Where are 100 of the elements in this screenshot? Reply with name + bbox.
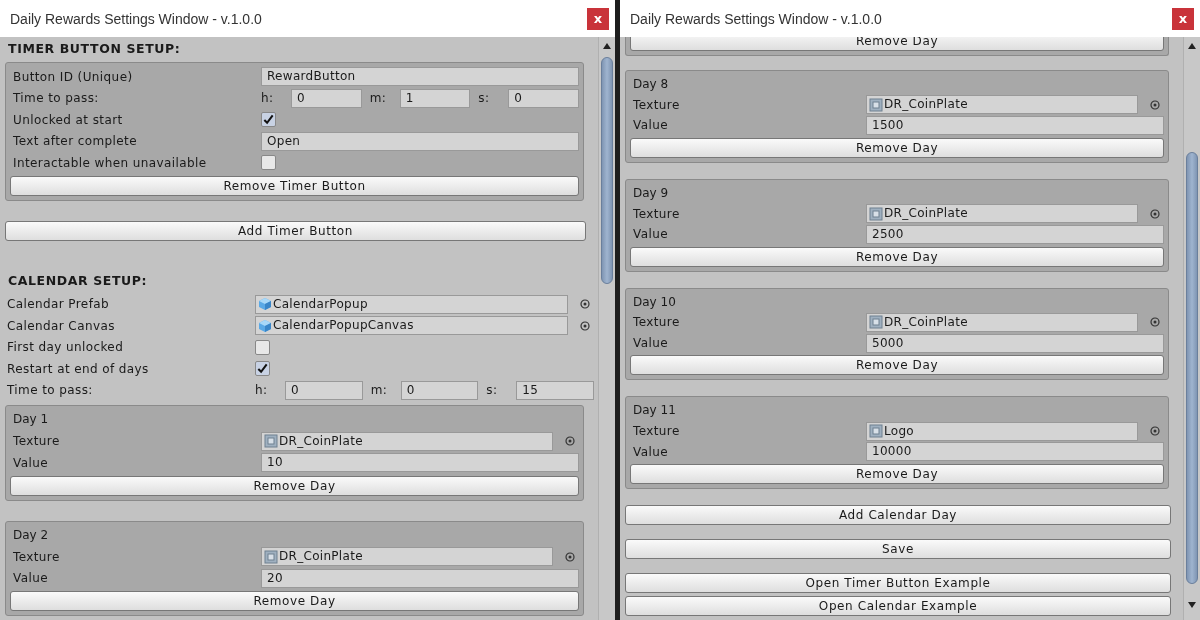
field-label: Texture [633, 315, 681, 330]
remove-button[interactable]: Remove Day [630, 37, 1164, 51]
close-button[interactable]: x [587, 7, 609, 30]
remove-button[interactable]: Remove Day [630, 246, 1164, 267]
remove-button[interactable]: Remove Day [10, 475, 579, 496]
field-label: Value [13, 571, 49, 586]
text-field[interactable]: 20 [261, 568, 579, 588]
field-label: Time to pass: [7, 383, 94, 398]
picker-icon[interactable] [580, 320, 590, 331]
unit-label: m: [370, 383, 388, 398]
group-title: Day 2 [12, 526, 50, 544]
image-icon [264, 549, 278, 564]
object-field[interactable]: CalendarPopupCanvas [255, 316, 568, 336]
picker-icon[interactable] [1150, 317, 1160, 328]
action-button[interactable]: Open Timer Button Example [625, 573, 1171, 594]
remove-button[interactable]: Remove Timer Button [10, 175, 579, 196]
remove-button[interactable]: Remove Day [630, 137, 1164, 158]
field-label: Button ID (Unique) [13, 69, 134, 84]
action-button[interactable]: Add Calendar Day [625, 505, 1171, 526]
field-label: Texture [13, 434, 61, 449]
text-field[interactable]: 10000 [866, 442, 1164, 462]
checkbox[interactable] [255, 361, 270, 377]
number-field[interactable]: 0 [291, 88, 362, 108]
cube-icon [258, 318, 272, 333]
image-icon [869, 97, 883, 112]
text-field[interactable]: 10 [261, 453, 579, 473]
field-label: First day unlocked [7, 340, 125, 355]
unit-label: h: [255, 383, 269, 398]
field-label: Value [13, 455, 49, 470]
cube-icon [258, 297, 272, 312]
picker-icon[interactable] [580, 299, 590, 310]
group-title: Day 1 [12, 411, 50, 428]
field-label: Texture [13, 549, 61, 564]
scrollbar[interactable] [1183, 37, 1200, 620]
action-button[interactable]: Add Timer Button [5, 220, 586, 241]
image-icon [264, 434, 278, 449]
picker-icon[interactable] [1150, 426, 1160, 437]
unit-label: s: [486, 383, 499, 398]
remove-button[interactable]: Remove Day [630, 464, 1164, 485]
group-title: Day 11 [632, 402, 677, 420]
field-label: Texture [633, 206, 681, 221]
image-icon [869, 315, 883, 330]
object-field[interactable]: CalendarPopup [255, 294, 568, 314]
section-heading: TIMER BUTTON SETUP: [7, 41, 182, 57]
close-button[interactable]: x [1172, 7, 1194, 30]
text-field[interactable]: 2500 [866, 224, 1164, 244]
object-field[interactable]: DR_CoinPlate [866, 204, 1138, 224]
field-label: Calendar Canvas [7, 318, 116, 333]
field-label: Text after complete [13, 134, 138, 149]
number-field[interactable]: 0 [508, 88, 579, 108]
remove-button[interactable]: Remove Day [630, 355, 1164, 376]
field-label: Value [633, 227, 669, 242]
field-label: Time to pass: [13, 91, 100, 106]
number-field[interactable]: 0 [400, 380, 479, 400]
field-label: Texture [633, 424, 681, 439]
group-title: Day 10 [632, 293, 677, 311]
down-arrow-icon[interactable] [1188, 602, 1196, 608]
text-field[interactable]: 5000 [866, 333, 1164, 353]
field-label: Value [633, 444, 669, 459]
checkbox[interactable] [261, 112, 276, 128]
scrollbar[interactable] [598, 37, 615, 620]
checkbox[interactable] [255, 339, 270, 355]
remove-button[interactable]: Remove Day [10, 591, 579, 611]
section-heading: CALENDAR SETUP: [7, 272, 149, 289]
field-label: Interactable when unavailable [13, 155, 208, 170]
object-field[interactable]: DR_CoinPlate [261, 431, 553, 451]
picker-icon[interactable] [565, 436, 575, 447]
object-field[interactable]: DR_CoinPlate [866, 95, 1138, 115]
window-title: Daily Rewards Settings Window - v.1.0.0 [630, 10, 882, 27]
field-label: Calendar Prefab [7, 297, 111, 312]
picker-icon[interactable] [1150, 208, 1160, 219]
object-field[interactable]: DR_CoinPlate [866, 312, 1138, 332]
number-field[interactable]: 15 [516, 380, 594, 400]
text-field[interactable]: RewardButton [261, 67, 579, 87]
scrollbar-thumb[interactable] [601, 57, 613, 284]
unit-label: h: [261, 91, 275, 106]
up-arrow-icon[interactable] [1188, 43, 1196, 49]
field-label: Texture [633, 97, 681, 112]
text-field[interactable]: 1500 [866, 116, 1164, 135]
text-field[interactable]: Open [261, 131, 579, 151]
number-field[interactable]: 1 [399, 88, 471, 108]
action-button[interactable]: Open Calendar Example [625, 596, 1171, 617]
action-button[interactable]: Save [625, 539, 1171, 560]
group-title: Day 8 [632, 76, 670, 93]
image-icon [869, 206, 883, 221]
scrollbar-thumb[interactable] [1186, 152, 1198, 584]
number-field[interactable]: 0 [285, 380, 363, 400]
field-label: Unlocked at start [13, 112, 124, 127]
field-label: Value [633, 336, 669, 351]
unit-label: s: [478, 91, 491, 106]
unit-label: m: [369, 91, 387, 106]
checkbox[interactable] [261, 155, 276, 171]
object-field[interactable]: DR_CoinPlate [261, 547, 553, 567]
window-title: Daily Rewards Settings Window - v.1.0.0 [10, 10, 262, 27]
up-arrow-icon[interactable] [603, 43, 611, 49]
field-label: Value [633, 118, 669, 133]
picker-icon[interactable] [565, 551, 575, 562]
group-title: Day 9 [632, 184, 670, 202]
picker-icon[interactable] [1150, 99, 1160, 110]
object-field[interactable]: Logo [866, 421, 1138, 441]
